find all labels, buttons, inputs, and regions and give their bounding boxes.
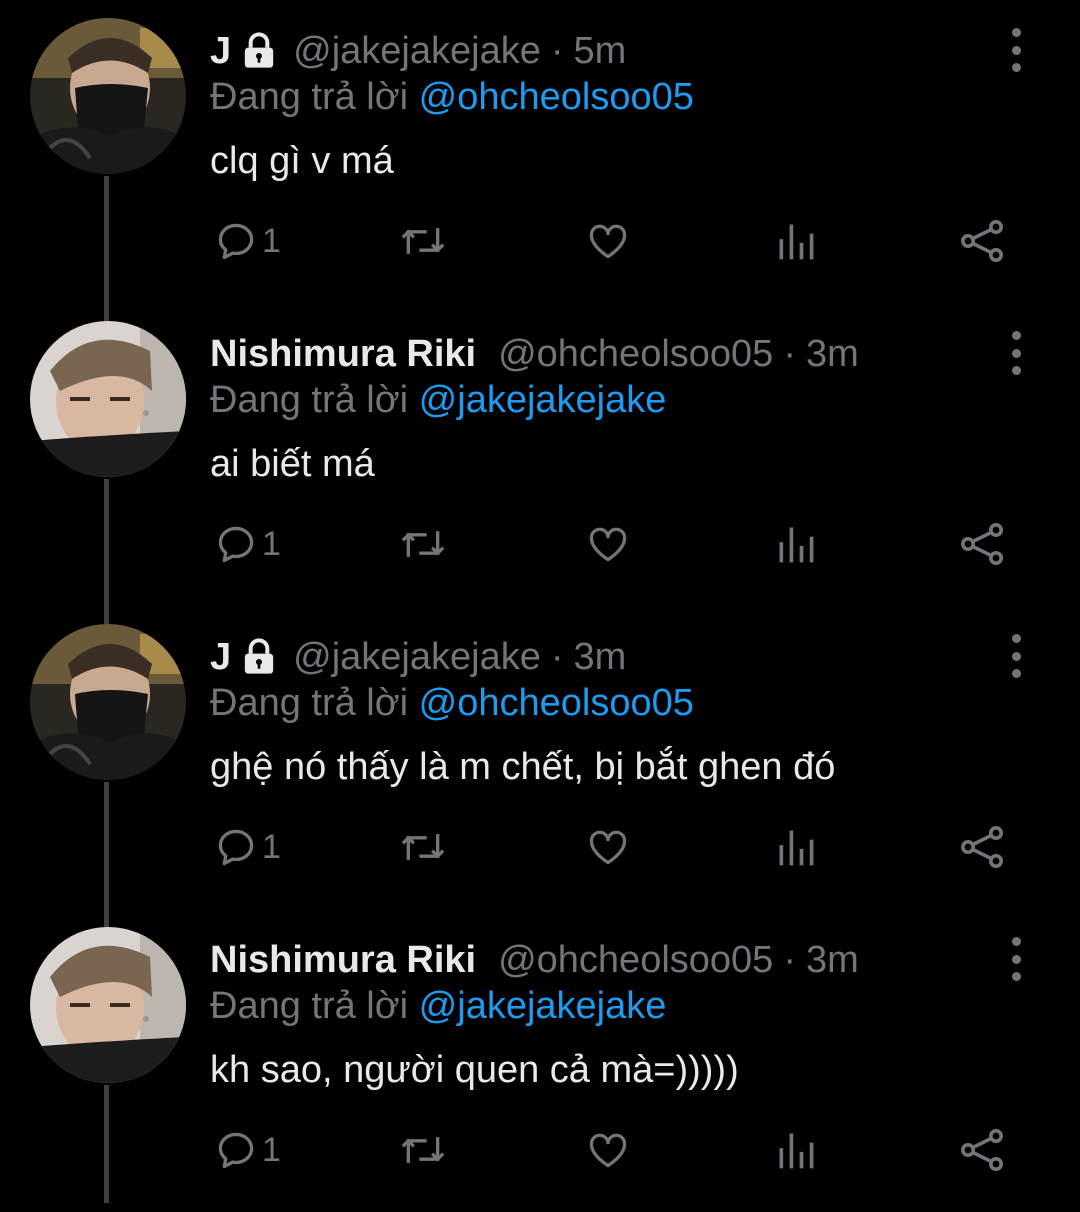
tweet-text: ai biết má <box>210 443 375 485</box>
share-button[interactable] <box>958 206 1006 276</box>
share-icon <box>961 1129 1003 1171</box>
analytics-button[interactable] <box>774 206 818 276</box>
reply-button[interactable]: 1 <box>214 1115 281 1185</box>
tweet-actions: 1 <box>0 1115 1080 1185</box>
avatar-jake[interactable] <box>30 18 186 174</box>
replying-prefix: Đang trả lời <box>210 985 409 1027</box>
reply-button[interactable]: 1 <box>214 206 281 276</box>
mention-link[interactable]: @ohcheolsoo05 <box>419 76 694 118</box>
separator: · <box>550 29 564 72</box>
avatar-riki[interactable] <box>30 927 186 1083</box>
replying-to: Đang trả lời @ohcheolsoo05 <box>210 76 694 119</box>
like-button[interactable] <box>584 1115 632 1185</box>
replying-to: Đang trả lời @ohcheolsoo05 <box>210 682 694 725</box>
replying-prefix: Đang trả lời <box>210 379 409 421</box>
timestamp[interactable]: 3m <box>574 636 627 679</box>
analytics-button[interactable] <box>774 1115 818 1185</box>
lock-icon <box>239 31 279 71</box>
share-icon <box>961 220 1003 262</box>
tweet-header: J @jakejakejake · 3m <box>210 632 626 682</box>
tweet-actions: 1 <box>0 812 1080 882</box>
separator: · <box>783 938 796 981</box>
retweet-icon <box>401 1137 445 1163</box>
reply-count: 1 <box>262 524 281 563</box>
analytics-icon <box>779 830 814 866</box>
timestamp[interactable]: 3m <box>806 939 859 982</box>
user-handle[interactable]: @jakejakejake <box>293 636 541 679</box>
tweet[interactable]: Nishimura Riki @ohcheolsoo05 · 3m Đang t… <box>0 909 1080 1212</box>
share-button[interactable] <box>958 1115 1006 1185</box>
share-icon <box>961 826 1003 868</box>
user-handle[interactable]: @jakejakejake <box>293 30 541 73</box>
more-vertical-icon[interactable] <box>1002 331 1030 375</box>
tweet-text: kh sao, người quen cả mà=))))) <box>210 1049 739 1091</box>
heart-icon <box>589 1133 627 1168</box>
tweet-actions: 1 <box>0 509 1080 579</box>
like-button[interactable] <box>584 509 632 579</box>
timestamp[interactable]: 5m <box>574 30 627 73</box>
tweet-text: ghệ nó thấy là m chết, bị bắt ghen đó <box>210 746 836 788</box>
avatar-jake[interactable] <box>30 624 186 780</box>
retweet-icon <box>401 834 445 860</box>
analytics-icon <box>779 527 814 563</box>
tweet-text: clq gì v má <box>210 140 394 182</box>
tweet-header: J @jakejakejake · 5m <box>210 26 626 76</box>
display-name[interactable]: Nishimura Riki <box>210 333 476 376</box>
reply-button[interactable]: 1 <box>214 509 281 579</box>
separator: · <box>783 332 796 375</box>
retweet-icon <box>401 531 445 557</box>
timestamp[interactable]: 3m <box>806 333 859 376</box>
share-button[interactable] <box>958 812 1006 882</box>
reply-button[interactable]: 1 <box>214 812 281 882</box>
reply-icon <box>218 829 254 866</box>
more-vertical-icon[interactable] <box>1002 28 1030 72</box>
mention-link[interactable]: @jakejakejake <box>419 379 667 421</box>
replying-to: Đang trả lời @jakejakejake <box>210 985 666 1028</box>
retweet-button[interactable] <box>398 509 448 579</box>
share-icon <box>961 523 1003 565</box>
mention-link[interactable]: @jakejakejake <box>419 985 667 1027</box>
reply-icon <box>218 223 254 260</box>
tweet-header: Nishimura Riki @ohcheolsoo05 · 3m <box>210 329 859 379</box>
reply-icon <box>218 1132 254 1169</box>
display-name[interactable]: J <box>210 30 231 73</box>
more-vertical-icon[interactable] <box>1002 937 1030 981</box>
analytics-button[interactable] <box>774 509 818 579</box>
like-button[interactable] <box>584 812 632 882</box>
user-handle[interactable]: @ohcheolsoo05 <box>498 333 773 376</box>
tweet[interactable]: J @jakejakejake · 5m Đang trả lời @ohche… <box>0 0 1080 303</box>
retweet-button[interactable] <box>398 206 448 276</box>
tweet-header: Nishimura Riki @ohcheolsoo05 · 3m <box>210 935 859 985</box>
more-vertical-icon[interactable] <box>1002 634 1030 678</box>
heart-icon <box>589 527 627 562</box>
replying-to: Đang trả lời @jakejakejake <box>210 379 666 422</box>
lock-icon <box>239 637 279 677</box>
share-button[interactable] <box>958 509 1006 579</box>
display-name[interactable]: J <box>210 636 231 679</box>
replying-prefix: Đang trả lời <box>210 76 409 118</box>
replying-prefix: Đang trả lời <box>210 682 409 724</box>
reply-count: 1 <box>262 1130 281 1169</box>
tweet[interactable]: Nishimura Riki @ohcheolsoo05 · 3m Đang t… <box>0 303 1080 606</box>
mention-link[interactable]: @ohcheolsoo05 <box>419 682 694 724</box>
reply-count: 1 <box>262 221 281 260</box>
separator: · <box>550 635 564 678</box>
like-button[interactable] <box>584 206 632 276</box>
analytics-icon <box>779 1133 814 1169</box>
retweet-icon <box>401 228 445 254</box>
retweet-button[interactable] <box>398 1115 448 1185</box>
tweet[interactable]: J @jakejakejake · 3m Đang trả lời @ohche… <box>0 606 1080 909</box>
heart-icon <box>589 830 627 865</box>
analytics-icon <box>779 224 814 260</box>
retweet-button[interactable] <box>398 812 448 882</box>
avatar-riki[interactable] <box>30 321 186 477</box>
tweet-actions: 1 <box>0 206 1080 276</box>
reply-icon <box>218 526 254 563</box>
display-name[interactable]: Nishimura Riki <box>210 939 476 982</box>
analytics-button[interactable] <box>774 812 818 882</box>
reply-count: 1 <box>262 827 281 866</box>
user-handle[interactable]: @ohcheolsoo05 <box>498 939 773 982</box>
heart-icon <box>589 224 627 259</box>
